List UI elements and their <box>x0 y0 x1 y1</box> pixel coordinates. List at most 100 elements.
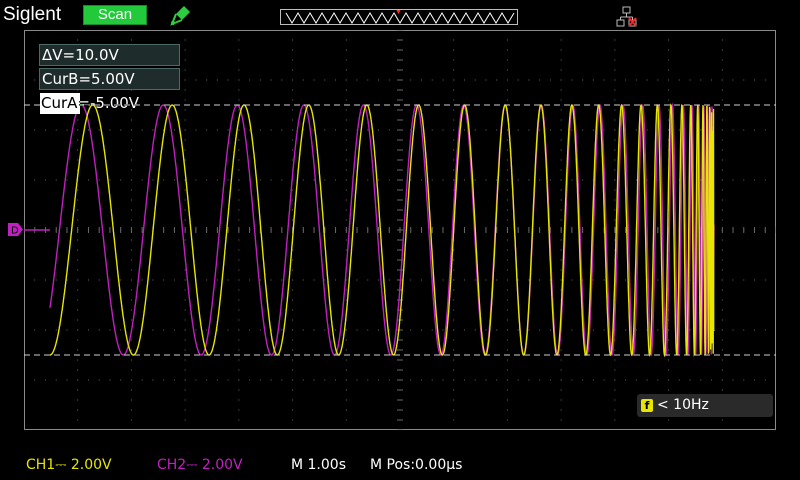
grid-dot <box>206 329 208 331</box>
grid-dot <box>463 279 465 281</box>
grid-dot <box>743 329 745 331</box>
grid-dot <box>238 329 240 331</box>
grid-dot <box>635 179 637 181</box>
grid-dot <box>238 249 240 251</box>
grid-dot <box>249 129 251 131</box>
grid-dot <box>560 259 562 261</box>
grid-dot <box>345 139 347 141</box>
grid-dot <box>270 279 272 281</box>
grid-dot <box>87 129 89 131</box>
grid-dot <box>77 389 79 391</box>
grid-dot <box>646 129 648 131</box>
grid-dot <box>55 279 57 281</box>
grid-dot <box>485 129 487 131</box>
grid-dot <box>356 329 358 331</box>
ch1-scale[interactable]: CH1⎓ 2.00V <box>26 457 112 473</box>
grid-dot <box>582 129 584 131</box>
horizontal-position[interactable]: M Pos:0.00μs <box>370 457 462 473</box>
grid-dot <box>485 379 487 381</box>
grid-dot <box>335 79 337 81</box>
ch2-scale[interactable]: CH2⎓ 2.00V <box>157 457 243 473</box>
grid-dot <box>614 89 616 91</box>
grid-dot <box>184 89 186 91</box>
grid-dot <box>98 279 100 281</box>
grid-dot <box>195 329 197 331</box>
grid-dot <box>195 179 197 181</box>
grid-dot <box>560 109 562 111</box>
grid-dot <box>635 79 637 81</box>
grid-dot <box>335 179 337 181</box>
timebase-scale[interactable]: M 1.00s <box>291 457 346 473</box>
grid-dot <box>431 329 433 331</box>
grid-dot <box>657 79 659 81</box>
grid-dot <box>453 389 455 391</box>
grid-dot <box>517 179 519 181</box>
grid-dot <box>614 199 616 201</box>
grid-dot <box>345 49 347 51</box>
grid-dot <box>614 149 616 151</box>
grid-dot <box>173 329 175 331</box>
ch2-ground-marker[interactable]: D <box>8 223 23 237</box>
grid-dot <box>173 129 175 131</box>
grid-dot <box>292 89 294 91</box>
grid-dot <box>603 329 605 331</box>
grid-dot <box>141 379 143 381</box>
grid-dot <box>184 289 186 291</box>
grid-dot <box>388 279 390 281</box>
grid-dot <box>184 109 186 111</box>
grid-dot <box>732 379 734 381</box>
grid-dot <box>625 279 627 281</box>
probe-icon[interactable] <box>170 4 192 26</box>
grid-dot <box>539 179 541 181</box>
grid-dot <box>259 329 261 331</box>
grid-dot <box>614 79 616 81</box>
grid-dot <box>66 179 68 181</box>
grid-dot <box>539 379 541 381</box>
grid-dot <box>453 99 455 101</box>
grid-dot <box>345 179 347 181</box>
grid-dot <box>130 299 132 301</box>
scan-mode-button[interactable]: Scan <box>83 5 147 25</box>
grid-dot <box>345 119 347 121</box>
grid-dot <box>34 129 36 131</box>
grid-dot <box>678 379 680 381</box>
grid-dot <box>130 319 132 321</box>
grid-dot <box>130 259 132 261</box>
grid-dot <box>259 79 261 81</box>
grid-dot <box>442 79 444 81</box>
grid-dot <box>506 39 508 41</box>
grid-dot <box>463 329 465 331</box>
grid-dot <box>506 179 508 181</box>
grid-dot <box>721 389 723 391</box>
grid-dot <box>506 189 508 191</box>
grid-dot <box>184 189 186 191</box>
grid-dot <box>388 379 390 381</box>
grid-dot <box>130 309 132 311</box>
grid-dot <box>367 379 369 381</box>
grid-dot <box>120 179 122 181</box>
grid-dot <box>614 379 616 381</box>
grid-dot <box>130 249 132 251</box>
grid-dot <box>238 79 240 81</box>
waveform-display[interactable] <box>24 30 776 430</box>
grid-dot <box>721 249 723 251</box>
grid-dot <box>345 149 347 151</box>
grid-dot <box>324 279 326 281</box>
grid-dot <box>549 129 551 131</box>
grid-dot <box>173 179 175 181</box>
grid-dot <box>120 279 122 281</box>
grid-dot <box>98 129 100 131</box>
grid-dot <box>614 349 616 351</box>
grid-dot <box>238 199 240 201</box>
grid-dot <box>539 279 541 281</box>
grid-dot <box>506 129 508 131</box>
grid-dot <box>34 179 36 181</box>
grid-dot <box>721 299 723 301</box>
grid-dot <box>592 329 594 331</box>
grid-dot <box>721 139 723 141</box>
grid-dot <box>603 79 605 81</box>
grid-dot <box>77 329 79 331</box>
grid-dot <box>732 329 734 331</box>
grid-dot <box>453 69 455 71</box>
grid-dot <box>367 329 369 331</box>
